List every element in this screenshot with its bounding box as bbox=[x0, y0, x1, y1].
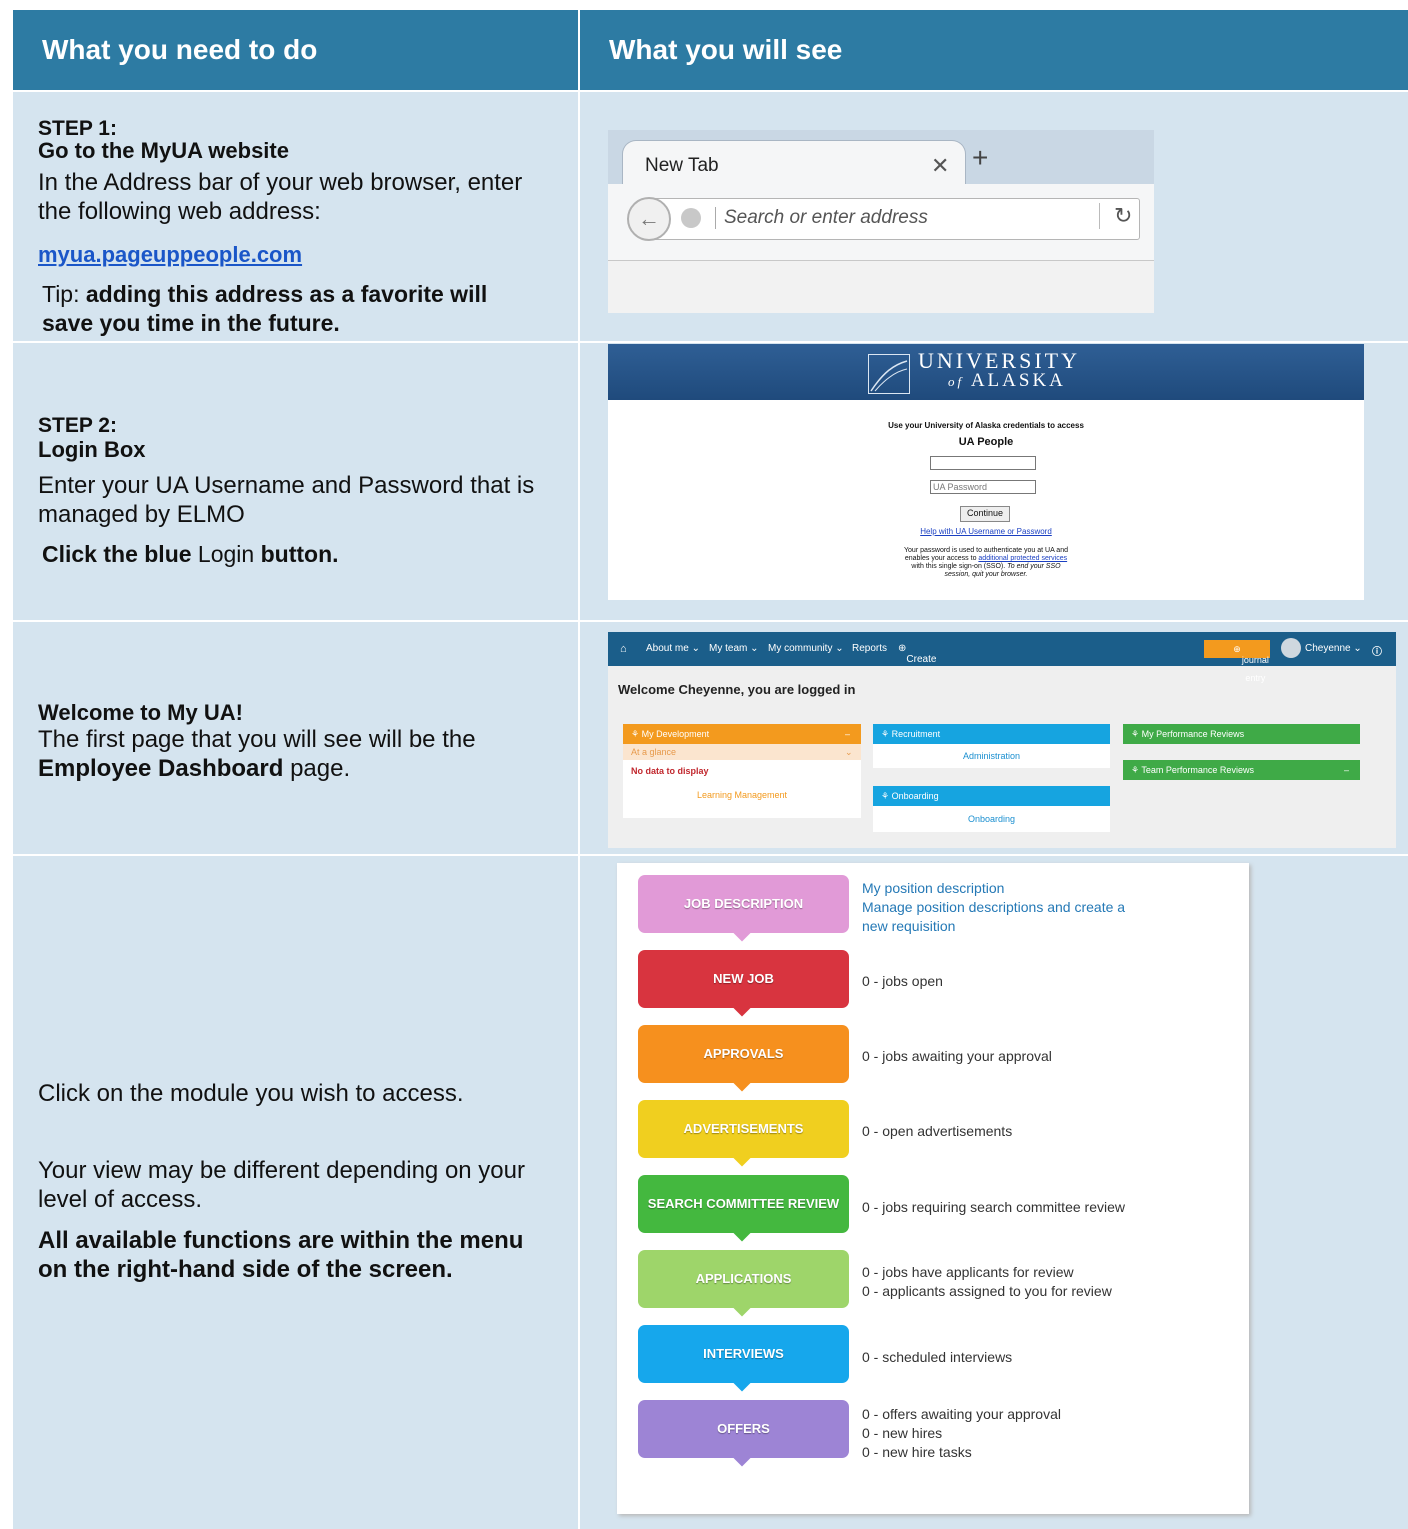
module-search-committee-review[interactable]: SEARCH COMMITTEE REVIEW bbox=[638, 1175, 849, 1233]
recruitment-header[interactable]: ⚘ Recruitment bbox=[873, 724, 1110, 744]
learning-management-link[interactable]: Learning Management bbox=[623, 790, 861, 800]
dashboard-welcome: Welcome Cheyenne, you are logged in bbox=[618, 682, 856, 697]
at-a-glance-select[interactable]: At a glance ⌄ bbox=[623, 744, 861, 760]
continue-button[interactable]: Continue bbox=[960, 506, 1010, 522]
team-performance-header[interactable]: ⚘ Team Performance Reviews – bbox=[1123, 760, 1360, 780]
dashboard-mock: ⌂ About me ⌄ My team ⌄ My community ⌄ Re… bbox=[608, 632, 1396, 848]
step4-instructions: Click on the module you wish to access. … bbox=[13, 856, 578, 1529]
step3-screenshot: ⌂ About me ⌄ My team ⌄ My community ⌄ Re… bbox=[580, 622, 1408, 854]
step2-screenshot: UNIVERSITY of ALASKA Use your University… bbox=[580, 343, 1408, 620]
module-offers-desc: 0 - offers awaiting your approval 0 - ne… bbox=[862, 1406, 1061, 1460]
team-performance-panel: ⚘ Team Performance Reviews – bbox=[1123, 760, 1360, 780]
login-app-name: UA People bbox=[958, 436, 1014, 448]
step1-tip: Tip: adding this address as a favorite w… bbox=[42, 281, 488, 336]
user-menu[interactable]: Cheyenne ⌄ bbox=[1305, 643, 1362, 654]
module-new-job-desc: 0 - jobs open bbox=[862, 973, 943, 989]
step2-body: Enter your UA Username and Password that… bbox=[38, 472, 535, 528]
no-data-text: No data to display bbox=[631, 766, 709, 776]
instruction-table: What you need to do What you will see ST… bbox=[13, 0, 1408, 1529]
nav-my-team[interactable]: My team ⌄ bbox=[709, 643, 759, 654]
ua-login-mock: UNIVERSITY of ALASKA Use your University… bbox=[608, 344, 1364, 600]
new-tab-icon[interactable]: + bbox=[972, 142, 988, 174]
login-note: Your password is used to authenticate yo… bbox=[904, 547, 1068, 578]
module-applications-desc: 0 - jobs have applicants for review 0 - … bbox=[862, 1264, 1112, 1299]
module-job-description[interactable]: JOB DESCRIPTION bbox=[638, 875, 849, 933]
header-what-to-do: What you need to do bbox=[13, 10, 578, 90]
avatar[interactable] bbox=[1281, 638, 1301, 658]
step2-instructions: STEP 2: Login Box Enter your UA Username… bbox=[13, 343, 578, 620]
module-approvals-desc: 0 - jobs awaiting your approval bbox=[862, 1048, 1052, 1064]
my-development-panel: ⚘ My Development – At a glance ⌄ No data t… bbox=[623, 724, 861, 818]
password-input[interactable]: UA Password bbox=[930, 480, 1036, 494]
info-icon[interactable]: ⓘ bbox=[1372, 643, 1382, 658]
onboarding-link[interactable]: Onboarding bbox=[873, 814, 1110, 824]
step1-body: In the Address bar of your web browser, … bbox=[38, 169, 523, 225]
step3-body: The first page that you will see will be… bbox=[38, 726, 476, 782]
reload-icon[interactable]: ↻ bbox=[1099, 203, 1132, 229]
module-job-description-desc: My position description Manage position … bbox=[862, 880, 1126, 934]
page-title-clipped bbox=[13, 0, 1408, 10]
nav-reports[interactable]: Reports bbox=[852, 643, 887, 654]
my-development-header[interactable]: ⚘ My Development – bbox=[623, 724, 861, 744]
nav-create[interactable]: ⊕ Create bbox=[898, 643, 936, 665]
step4-p1: Click on the module you wish to access. bbox=[38, 1080, 464, 1107]
close-icon[interactable]: ✕ bbox=[931, 153, 949, 179]
module-applications[interactable]: APPLICATIONS bbox=[638, 1250, 849, 1308]
module-interviews[interactable]: INTERVIEWS bbox=[638, 1325, 849, 1383]
my-performance-header[interactable]: ⚘ My Performance Reviews bbox=[1123, 724, 1360, 744]
address-placeholder: Search or enter address bbox=[715, 207, 928, 229]
step1-title: Go to the MyUA website bbox=[38, 138, 289, 163]
step4-screenshot: JOB DESCRIPTION My position description … bbox=[580, 856, 1408, 1529]
module-advertisements[interactable]: ADVERTISEMENTS bbox=[638, 1100, 849, 1158]
home-icon[interactable]: ⌂ bbox=[620, 643, 627, 655]
module-search-committee-desc: 0 - jobs requiring search committee revi… bbox=[862, 1199, 1125, 1215]
step3-instructions: Welcome to My UA! The first page that yo… bbox=[13, 622, 578, 854]
module-new-job[interactable]: NEW JOB bbox=[638, 950, 849, 1008]
administration-link[interactable]: Administration bbox=[873, 751, 1110, 761]
recruitment-panel: ⚘ Recruitment Administration bbox=[873, 724, 1110, 768]
login-help-link[interactable]: Help with UA Username or Password bbox=[608, 527, 1364, 536]
journal-entry-button[interactable]: ⊕ journal entry bbox=[1204, 640, 1270, 683]
header-what-you-see: What you will see bbox=[580, 10, 1408, 90]
browser-mock: New Tab ✕ + ← Search or enter address ↻ bbox=[608, 130, 1154, 313]
step4-p2: Your view may be different depending on … bbox=[38, 1157, 525, 1213]
ua-banner: UNIVERSITY of ALASKA bbox=[608, 344, 1364, 400]
ua-alaska: of ALASKA bbox=[948, 370, 1066, 391]
module-offers[interactable]: OFFERS bbox=[638, 1400, 849, 1458]
tab-title: New Tab bbox=[645, 155, 719, 176]
ua-logo-icon bbox=[868, 354, 910, 394]
back-arrow-icon[interactable]: ← bbox=[627, 197, 671, 241]
step1-instructions: STEP 1: Go to the MyUA website In the Ad… bbox=[13, 92, 578, 341]
module-interviews-desc: 0 - scheduled interviews bbox=[862, 1349, 1013, 1365]
nav-about-me[interactable]: About me ⌄ bbox=[646, 643, 700, 654]
step1-screenshot: New Tab ✕ + ← Search or enter address ↻ bbox=[580, 92, 1408, 341]
step2-title: Login Box bbox=[38, 437, 146, 462]
onboarding-header[interactable]: ⚘ Onboarding bbox=[873, 786, 1110, 806]
modules-mock: JOB DESCRIPTION My position description … bbox=[617, 863, 1249, 1514]
onboarding-panel: ⚘ Onboarding Onboarding bbox=[873, 786, 1110, 832]
step4-p3: All available functions are within the m… bbox=[38, 1227, 524, 1283]
myua-link[interactable]: myua.pageuppeople.com bbox=[38, 240, 302, 269]
username-input[interactable] bbox=[930, 456, 1036, 470]
globe-icon bbox=[681, 208, 701, 228]
module-approvals[interactable]: APPROVALS bbox=[638, 1025, 849, 1083]
step2-click: Click the blue Login button. bbox=[42, 541, 339, 567]
nav-my-community[interactable]: My community ⌄ bbox=[768, 643, 844, 654]
dashboard-nav: ⌂ About me ⌄ My team ⌄ My community ⌄ Re… bbox=[608, 632, 1396, 683]
login-intro: Use your University of Alaska credential… bbox=[888, 421, 1084, 430]
address-bar[interactable]: ← Search or enter address ↻ bbox=[627, 197, 1140, 241]
my-performance-panel: ⚘ My Performance Reviews bbox=[1123, 724, 1360, 744]
module-advertisements-desc: 0 - open advertisements bbox=[862, 1123, 1013, 1139]
